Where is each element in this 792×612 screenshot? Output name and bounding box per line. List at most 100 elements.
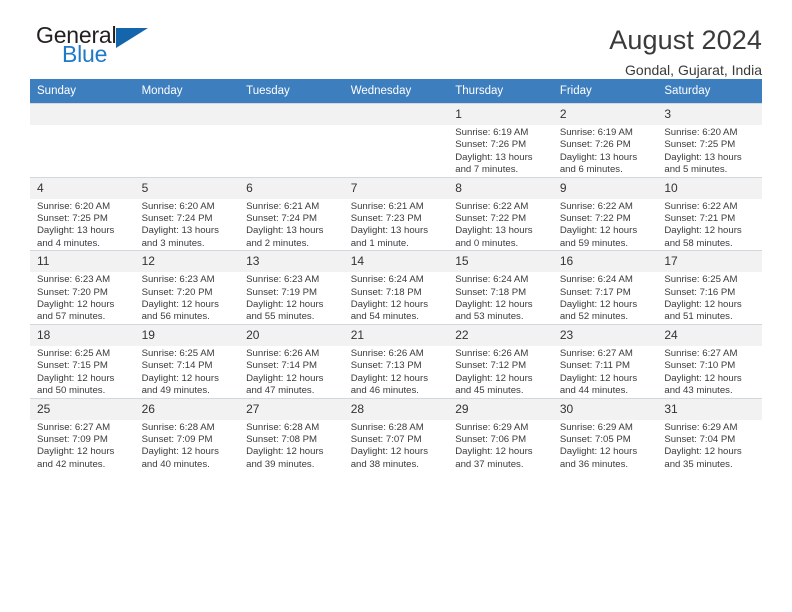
calendar-day-cell[interactable]: 10 Sunrise: 6:22 AM Sunset: 7:21 PM Dayligh… [657,176,762,251]
day-cell-inner: 7 Sunrise: 6:21 AM Sunset: 7:23 PM Daylight… [343,177,449,251]
calendar-body: 1 Sunrise: 6:19 AM Sunset: 7:26 PM Daylight… [30,103,762,472]
calendar-day-cell[interactable]: 15 Sunrise: 6:24 AM Sunset: 7:18 PM Dayligh… [448,250,553,325]
day-details: Sunrise: 6:24 AM Sunset: 7:18 PM Daylight:… [448,272,553,324]
day-details: Sunrise: 6:22 AM Sunset: 7:22 PM Daylight:… [448,199,553,251]
sunset-time: Sunset: 7:23 PM [350,213,422,225]
day-cell-inner: 5 Sunrise: 6:20 AM Sunset: 7:24 PM Daylight… [134,177,240,251]
day-number: 5 [134,177,240,199]
calendar-day-cell[interactable]: 28 Sunrise: 6:28 AM Sunset: 7:07 PM Dayligh… [343,397,449,472]
day-cell-inner: 19 Sunrise: 6:25 AM Sunset: 7:14 PM Dayligh… [134,324,240,398]
day-number: 29 [448,398,553,420]
daylight-duration-line2: and 49 minutes. [141,385,210,397]
day-details: Sunrise: 6:26 AM Sunset: 7:12 PM Daylight:… [448,346,553,398]
calendar-day-cell[interactable]: 31 Sunrise: 6:29 AM Sunset: 7:04 PM Dayligh… [657,397,762,472]
day-number: 19 [134,324,240,346]
sunset-time: Sunset: 7:04 PM [664,433,736,445]
daylight-duration-line2: and 58 minutes. [664,237,733,249]
sunrise-time: Sunrise: 6:23 AM [37,274,111,286]
calendar-day-cell[interactable]: 26 Sunrise: 6:28 AM Sunset: 7:09 PM Dayligh… [134,397,240,472]
sunrise-time: Sunrise: 6:26 AM [246,347,320,359]
daylight-duration-line2: and 44 minutes. [559,385,629,397]
day-details: Sunrise: 6:26 AM Sunset: 7:13 PM Daylight:… [344,346,449,398]
day-cell-inner: 8 Sunrise: 6:22 AM Sunset: 7:22 PM Daylight… [448,177,553,251]
daylight-duration-line1: Daylight: 12 hours [37,299,115,311]
calendar-day-cell[interactable]: 16 Sunrise: 6:24 AM Sunset: 7:17 PM Dayligh… [552,250,658,325]
calendar-day-cell-empty [239,103,344,178]
day-cell-inner: 18 Sunrise: 6:25 AM Sunset: 7:15 PM Dayligh… [30,324,135,398]
calendar-day-cell[interactable]: 11 Sunrise: 6:23 AM Sunset: 7:20 PM Dayligh… [30,250,135,325]
calendar-day-cell[interactable]: 27 Sunrise: 6:28 AM Sunset: 7:08 PM Dayligh… [239,397,344,472]
calendar-day-cell[interactable]: 17 Sunrise: 6:25 AM Sunset: 7:16 PM Dayligh… [657,250,762,325]
daylight-duration-line1: Daylight: 12 hours [246,299,324,311]
calendar-day-cell[interactable]: 21 Sunrise: 6:26 AM Sunset: 7:13 PM Dayligh… [343,323,449,398]
day-details: Sunrise: 6:26 AM Sunset: 7:14 PM Daylight:… [239,346,344,398]
day-number: 22 [448,324,553,346]
calendar-day-cell[interactable]: 6 Sunrise: 6:21 AM Sunset: 7:24 PM Daylight… [239,176,344,251]
day-cell-inner: 13 Sunrise: 6:23 AM Sunset: 7:19 PM Dayligh… [239,251,344,324]
calendar-day-cell[interactable]: 14 Sunrise: 6:24 AM Sunset: 7:18 PM Dayligh… [343,250,449,325]
daylight-duration-line1: Daylight: 13 hours [246,225,324,237]
day-number: 31 [657,398,762,420]
logo-text-blue: Blue [62,41,108,67]
daylight-duration-line1: Daylight: 13 hours [455,151,533,163]
daylight-duration-line2: and 52 minutes. [559,311,629,323]
sunrise-time: Sunrise: 6:24 AM [350,274,424,286]
calendar-day-cell[interactable]: 4 Sunrise: 6:20 AM Sunset: 7:25 PM Daylight… [30,176,135,251]
day-cell-inner: 23 Sunrise: 6:27 AM Sunset: 7:11 PM Dayligh… [552,324,658,398]
day-number: 26 [134,398,240,420]
calendar-day-cell[interactable]: 19 Sunrise: 6:25 AM Sunset: 7:14 PM Dayligh… [134,323,240,398]
calendar-week-row: 4 Sunrise: 6:20 AM Sunset: 7:25 PM Daylight… [30,176,762,251]
sunset-time: Sunset: 7:21 PM [664,213,736,225]
page-title: August 2024 [609,25,762,55]
calendar-day-cell[interactable]: 22 Sunrise: 6:26 AM Sunset: 7:12 PM Dayligh… [448,323,553,398]
calendar-day-cell[interactable]: 23 Sunrise: 6:27 AM Sunset: 7:11 PM Dayligh… [552,323,658,398]
sunset-time: Sunset: 7:12 PM [455,360,527,372]
calendar-day-cell[interactable]: 3 Sunrise: 6:20 AM Sunset: 7:25 PM Daylight… [657,103,762,178]
calendar-day-cell[interactable]: 8 Sunrise: 6:22 AM Sunset: 7:22 PM Daylight… [448,176,553,251]
day-cell-inner: 17 Sunrise: 6:25 AM Sunset: 7:16 PM Dayligh… [657,251,762,324]
daylight-duration-line2: and 46 minutes. [350,385,419,397]
sunset-time: Sunset: 7:10 PM [664,360,736,372]
calendar-day-cell[interactable]: 25 Sunrise: 6:27 AM Sunset: 7:09 PM Dayligh… [30,397,135,472]
calendar-day-cell[interactable]: 7 Sunrise: 6:21 AM Sunset: 7:23 PM Daylight… [343,176,449,251]
day-cell-inner [343,104,449,177]
sunrise-time: Sunrise: 6:23 AM [246,274,320,286]
day-cell-inner: 25 Sunrise: 6:27 AM Sunset: 7:09 PM Dayligh… [30,398,135,472]
daylight-duration-line2: and 56 minutes. [141,311,210,323]
calendar-day-cell[interactable]: 12 Sunrise: 6:23 AM Sunset: 7:20 PM Dayligh… [134,250,240,325]
calendar-day-cell[interactable]: 13 Sunrise: 6:23 AM Sunset: 7:19 PM Dayligh… [239,250,344,325]
sunset-time: Sunset: 7:06 PM [455,433,527,445]
weekday-header-thursday: Thursday [448,79,553,104]
day-details: Sunrise: 6:22 AM Sunset: 7:22 PM Daylight:… [553,199,658,251]
sunset-time: Sunset: 7:22 PM [455,213,527,225]
calendar-day-cell[interactable]: 1 Sunrise: 6:19 AM Sunset: 7:26 PM Daylight… [448,103,553,178]
day-details: Sunrise: 6:19 AM Sunset: 7:26 PM Daylight:… [553,125,658,177]
sunrise-time: Sunrise: 6:27 AM [664,347,738,359]
day-cell-inner: 14 Sunrise: 6:24 AM Sunset: 7:18 PM Dayligh… [343,251,449,324]
sunset-time: Sunset: 7:18 PM [350,286,422,298]
sunrise-time: Sunrise: 6:19 AM [559,127,633,138]
day-cell-inner: 4 Sunrise: 6:20 AM Sunset: 7:25 PM Daylight… [30,177,135,251]
daylight-duration-line2: and 51 minutes. [664,311,733,323]
daylight-duration-line2: and 39 minutes. [246,458,315,470]
calendar-day-cell[interactable]: 2 Sunrise: 6:19 AM Sunset: 7:26 PM Daylight… [552,103,658,178]
sunset-time: Sunset: 7:17 PM [559,286,631,298]
day-details: Sunrise: 6:28 AM Sunset: 7:08 PM Daylight:… [239,420,344,472]
calendar-day-cell[interactable]: 5 Sunrise: 6:20 AM Sunset: 7:24 PM Daylight… [134,176,240,251]
page-header: General Blue August 2024 Gondal, Gujarat… [30,0,762,79]
daylight-duration-line2: and 55 minutes. [246,311,315,323]
calendar-day-cell[interactable]: 29 Sunrise: 6:29 AM Sunset: 7:06 PM Dayligh… [448,397,553,472]
calendar-day-cell[interactable]: 30 Sunrise: 6:29 AM Sunset: 7:05 PM Dayligh… [552,397,658,472]
general-blue-logo[interactable]: General Blue [30,24,160,72]
calendar-day-cell[interactable]: 20 Sunrise: 6:26 AM Sunset: 7:14 PM Dayligh… [239,323,344,398]
calendar-day-cell[interactable]: 18 Sunrise: 6:25 AM Sunset: 7:15 PM Dayligh… [30,323,135,398]
calendar-page: General Blue August 2024 Gondal, Gujarat… [0,0,792,612]
sunset-time: Sunset: 7:25 PM [664,139,736,151]
daylight-duration-line1: Daylight: 12 hours [664,372,742,384]
day-number: 15 [448,251,553,273]
daylight-duration-line1: Daylight: 12 hours [664,446,742,458]
calendar-day-cell[interactable]: 24 Sunrise: 6:27 AM Sunset: 7:10 PM Dayligh… [657,323,762,398]
sunset-time: Sunset: 7:25 PM [37,213,108,225]
calendar-day-cell[interactable]: 9 Sunrise: 6:22 AM Sunset: 7:22 PM Daylight… [552,176,658,251]
sunrise-time: Sunrise: 6:20 AM [664,127,738,138]
